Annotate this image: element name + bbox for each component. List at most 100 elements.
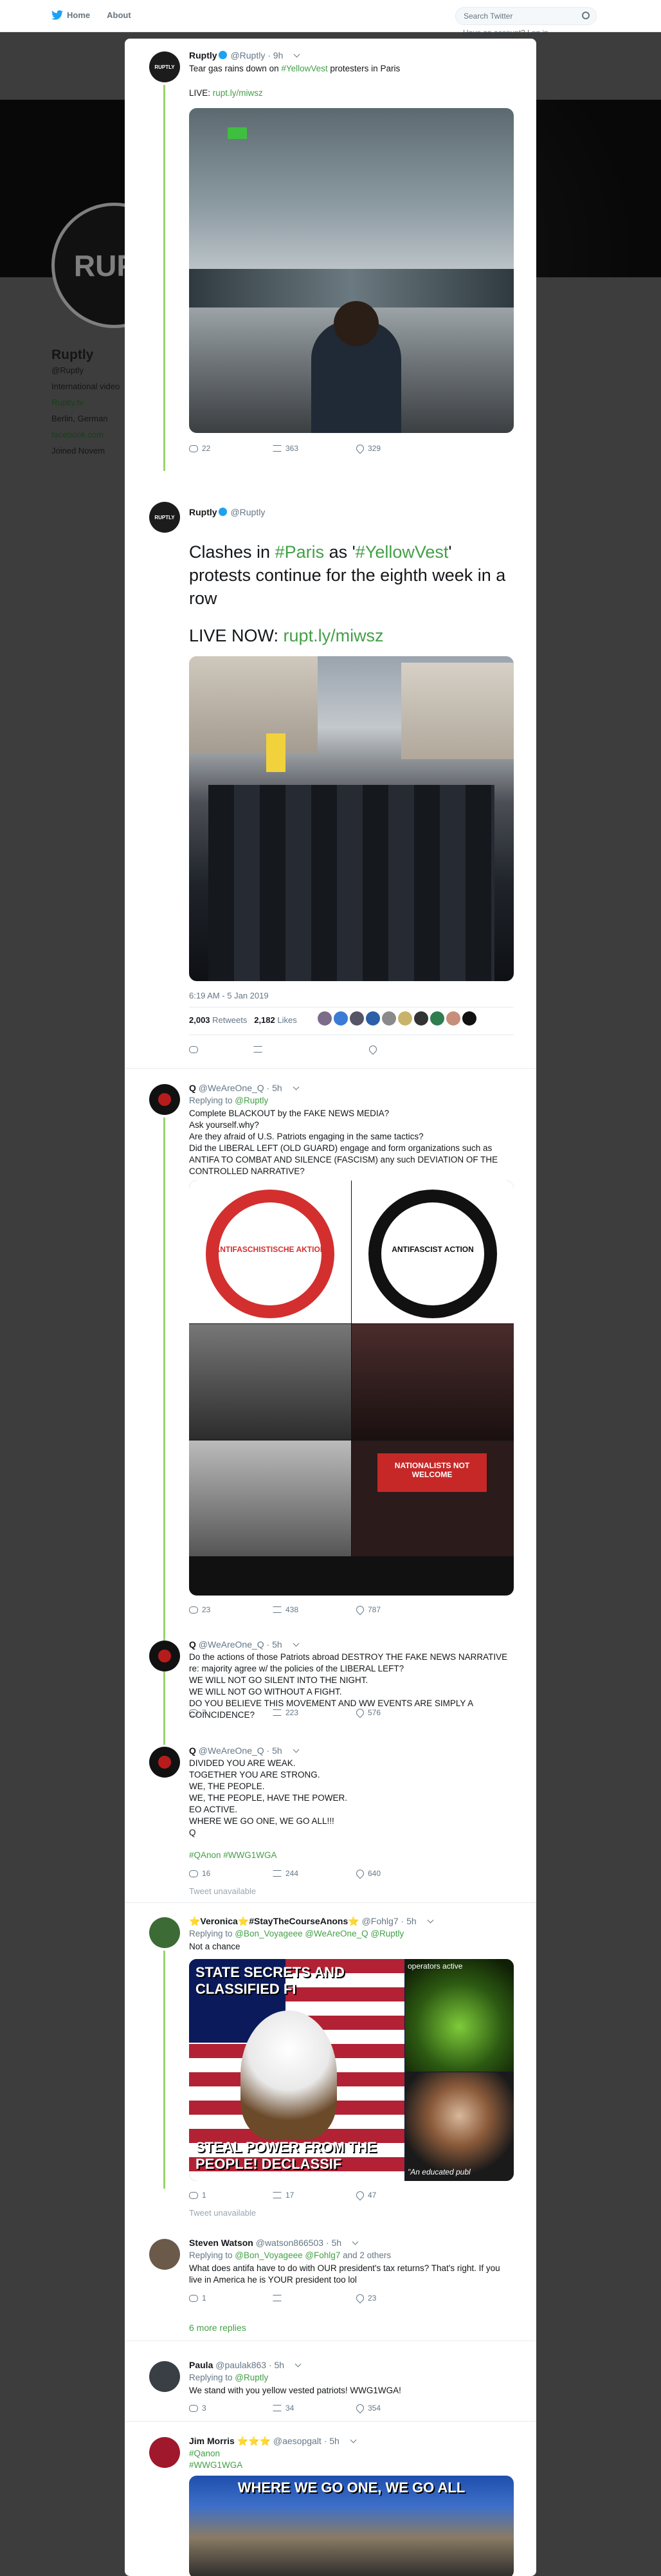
avatar[interactable] — [446, 1011, 460, 1026]
author-handle[interactable]: @watson866503 — [256, 2238, 323, 2248]
like-action[interactable]: 329 — [354, 443, 440, 454]
avatar[interactable] — [334, 1011, 348, 1026]
reply-handle-link[interactable]: @Ruptly — [235, 1096, 268, 1105]
avatar[interactable] — [149, 2437, 180, 2468]
chevron-down-icon[interactable] — [293, 1083, 300, 1090]
author-name[interactable]: Ruptly — [189, 50, 217, 60]
avatar[interactable] — [149, 1747, 180, 1778]
hashtag-links[interactable]: #Qanon #WWG1WGA — [189, 2448, 514, 2471]
tweet-time[interactable]: · 5h — [267, 1745, 282, 1756]
author-name[interactable]: Q — [189, 1639, 196, 1650]
likes-label[interactable]: Likes — [277, 1015, 296, 1025]
retweet-action[interactable]: 244 — [273, 1869, 356, 1878]
author-handle[interactable]: @WeAreOne_Q — [199, 1083, 264, 1093]
retweets-label[interactable]: Retweets — [212, 1015, 247, 1025]
avatar[interactable] — [382, 1011, 396, 1026]
show-more-replies-link[interactable]: 6 more replies — [189, 2323, 246, 2333]
live-link[interactable]: rupt.ly/miwsz — [213, 88, 263, 98]
chevron-down-icon[interactable] — [293, 1640, 300, 1647]
tweet-time[interactable]: · 5h — [267, 1639, 282, 1650]
reply-action[interactable]: 23 — [189, 1605, 273, 1614]
reply-action[interactable]: 22 — [189, 444, 273, 453]
reply-action[interactable]: 1 — [189, 2191, 273, 2200]
avatar[interactable] — [149, 2239, 180, 2270]
hashtag-link[interactable]: #YellowVest — [281, 64, 327, 73]
avatar[interactable]: RUPTLY — [149, 502, 180, 533]
like-action[interactable]: 23 — [354, 2292, 440, 2304]
tweet-image[interactable]: WHERE WE GO ONE, WE GO ALL — [189, 2476, 514, 2576]
avatar[interactable] — [149, 1641, 180, 1671]
search-input[interactable]: Search Twitter — [455, 7, 597, 25]
hashtag-links[interactable]: #QAnon #WWG1WGA — [189, 1850, 514, 1861]
retweet-action[interactable]: 223 — [273, 1708, 356, 1717]
retweet-action[interactable]: 17 — [273, 2191, 356, 2200]
like-action[interactable]: 576 — [354, 1707, 440, 1718]
chevron-down-icon[interactable] — [352, 2238, 359, 2245]
avatar[interactable] — [149, 1917, 180, 1948]
tweet-time[interactable]: · 5h — [324, 2436, 340, 2446]
author-handle[interactable]: @Ruptly — [230, 507, 265, 517]
like-action[interactable]: 47 — [354, 2189, 440, 2201]
avatar[interactable] — [414, 1011, 428, 1026]
author-handle[interactable]: @Fohlg7 — [362, 1916, 399, 1926]
author-handle[interactable]: @paulak863 — [215, 2360, 266, 2370]
nav-about[interactable]: About — [107, 10, 131, 20]
likes-count[interactable]: 2,182 — [254, 1015, 275, 1025]
chevron-down-icon[interactable] — [350, 2436, 357, 2443]
close-icon[interactable]: ✕ — [630, 5, 649, 27]
avatar[interactable] — [350, 1011, 364, 1026]
hashtag-link[interactable]: #Paris — [275, 542, 325, 562]
reply-action[interactable] — [189, 1045, 253, 1053]
like-action[interactable] — [367, 1044, 453, 1055]
author-name[interactable]: Ruptly — [189, 507, 217, 517]
reply-action[interactable]: 1 — [189, 2294, 273, 2303]
tweet-time[interactable]: · 9h — [267, 50, 283, 60]
tweet-timestamp[interactable]: 6:19 AM - 5 Jan 2019 — [189, 991, 269, 1000]
reply-others[interactable]: and 2 others — [340, 2250, 391, 2260]
tweet-time[interactable]: · 5h — [267, 1083, 282, 1093]
like-action[interactable]: 640 — [354, 1868, 440, 1879]
reply-action[interactable]: 3 — [189, 2404, 273, 2413]
hashtag-link[interactable]: #YellowVest — [356, 542, 449, 562]
author-name[interactable]: Paula — [189, 2360, 213, 2370]
reply-handle-link[interactable]: @Bon_Voyageee @WeAreOne_Q @Ruptly — [235, 1929, 404, 1938]
search-icon[interactable] — [582, 12, 590, 19]
like-action[interactable]: 354 — [354, 2402, 440, 2414]
chevron-down-icon[interactable] — [294, 2360, 302, 2368]
retweet-action[interactable]: 34 — [273, 2404, 356, 2413]
avatar[interactable] — [366, 1011, 380, 1026]
author-name[interactable]: Q — [189, 1083, 196, 1093]
avatar[interactable] — [398, 1011, 412, 1026]
tweet-video[interactable] — [189, 656, 514, 981]
author-name[interactable]: Q — [189, 1745, 196, 1756]
author-name[interactable]: Steven Watson — [189, 2238, 253, 2248]
nav-home[interactable]: Home — [51, 10, 90, 20]
author-handle[interactable]: @WeAreOne_Q — [199, 1639, 264, 1650]
reply-action[interactable]: 7 — [189, 1708, 273, 1717]
chevron-down-icon[interactable] — [293, 51, 300, 58]
avatar[interactable]: RUPTLY — [149, 51, 180, 82]
author-handle[interactable]: @aesopgalt — [273, 2436, 321, 2446]
tweet-image[interactable]: STATE SECRETS AND CLASSIFIED FI STEAL PO… — [189, 1959, 514, 2181]
chevron-down-icon[interactable] — [427, 1917, 433, 1924]
avatar[interactable] — [462, 1011, 476, 1026]
reply-handle-link[interactable]: @Bon_Voyageee @Fohlg7 — [235, 2250, 340, 2260]
retweet-action[interactable]: 438 — [273, 1605, 356, 1614]
reply-action[interactable]: 16 — [189, 1869, 273, 1878]
tweet-time[interactable]: · 5h — [401, 1916, 417, 1926]
author-name[interactable]: Jim Morris — [189, 2436, 235, 2446]
reply-handle-link[interactable]: @Ruptly — [235, 2373, 268, 2382]
tweet-time[interactable]: · 5h — [326, 2238, 341, 2248]
like-action[interactable]: 787 — [354, 1604, 440, 1615]
tweet-time[interactable]: · 5h — [269, 2360, 284, 2370]
avatar[interactable] — [430, 1011, 444, 1026]
tweet-image[interactable]: ANTIFASCHISTISCHE AKTION ANTIFASCIST ACT… — [189, 1181, 514, 1596]
author-name[interactable]: ⭐Veronica⭐#StayTheCourseAnons⭐ — [189, 1916, 359, 1926]
avatar[interactable] — [149, 2361, 180, 2392]
retweet-action[interactable]: 363 — [273, 444, 356, 453]
author-handle[interactable]: @WeAreOne_Q — [199, 1745, 264, 1756]
chevron-down-icon[interactable] — [293, 1746, 300, 1753]
author-handle[interactable]: @Ruptly — [230, 50, 265, 60]
retweet-action[interactable] — [273, 2294, 356, 2303]
avatar[interactable] — [318, 1011, 332, 1026]
